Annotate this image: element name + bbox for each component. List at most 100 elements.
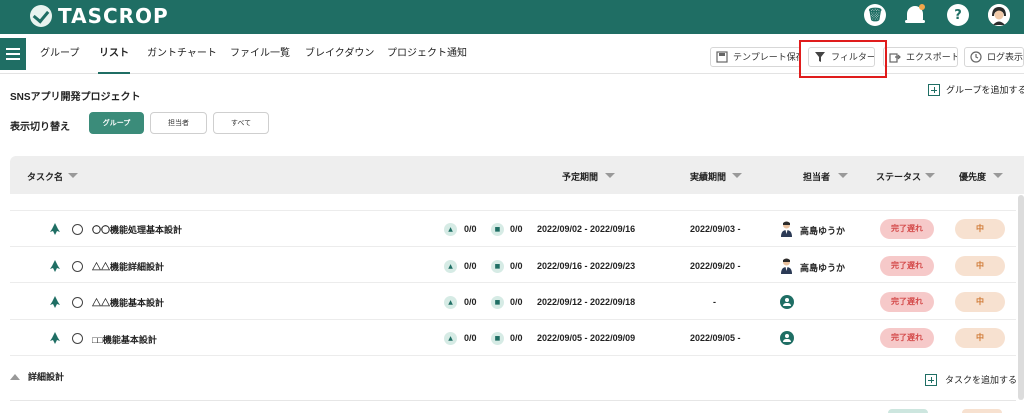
sort-caret-icon[interactable] [732,173,742,178]
plus-icon [925,373,937,386]
table-header [10,156,1024,194]
view-option-group[interactable]: グループ [89,112,144,134]
logo-text: TASCROP [58,4,169,28]
planned-period: 2022/09/12 - 2022/09/18 [537,297,636,307]
attachment-icon: ■ [491,296,504,309]
sort-caret-icon[interactable] [68,173,78,178]
attachment-count: 0/0 [510,333,523,343]
column-status[interactable]: ステータス [876,170,921,183]
sort-caret-icon[interactable] [605,173,615,178]
task-name[interactable]: △△機能基本設計 [92,296,164,309]
actual-period: 2022/09/05 - [690,333,741,343]
tab-project-notice[interactable]: プロジェクト通知 [387,34,467,74]
help-icon[interactable]: ? [947,4,969,26]
status-badge[interactable]: 完了遅れ [880,328,934,348]
project-title: SNSアプリ開発プロジェクト [10,92,141,103]
status-badge[interactable]: 完了遅れ [880,219,934,239]
sort-caret-icon[interactable] [993,173,1003,178]
attachment-count: 0/0 [510,224,523,234]
bell-icon[interactable] [905,4,925,26]
attachment-icon: ■ [491,332,504,345]
collapse-caret-icon[interactable] [10,373,20,380]
template-save-button[interactable]: テンプレート保存 [710,47,801,67]
sort-caret-icon[interactable] [925,173,935,178]
assignee-name: 高島ゆうか [800,226,846,236]
tab-group[interactable]: グループ [40,34,79,74]
actual-period: 2022/09/03 - [690,224,741,234]
attachment-icon: ■ [491,223,504,236]
planned-period: 2022/09/05 - 2022/09/09 [537,333,636,343]
subtask-icon: ▲ [444,296,457,309]
view-option-assignee[interactable]: 担当者 [150,112,207,134]
clock-icon [970,51,982,63]
rocket-icon [50,223,60,235]
add-task-label: タスクを追加する [945,375,1018,385]
add-task-button[interactable]: タスクを追加する [925,373,1017,386]
add-group-label: グループを追加する [946,85,1024,95]
plus-icon [928,83,940,96]
complete-checkbox[interactable] [72,297,83,308]
assignee-name: 高島ゆうか [800,263,846,273]
tab-list[interactable]: リスト [98,34,130,74]
view-switch-label: 表示切り替え [10,122,70,133]
export-icon [889,53,901,63]
rocket-icon [50,296,60,308]
subtask-icon: ▲ [444,332,457,345]
complete-checkbox[interactable] [72,261,83,272]
attachment-icon: ■ [491,260,504,273]
partial-badge [962,409,1002,413]
unassigned-avatar-icon[interactable] [780,331,794,345]
export-button[interactable]: エクスポート [883,47,958,67]
subtask-count: 0/0 [464,261,477,271]
rocket-icon [50,332,60,344]
log-view-button[interactable]: ログ表示 [964,47,1024,67]
template-icon [716,51,728,63]
subtask-count: 0/0 [464,333,477,343]
subtask-count: 0/0 [464,224,477,234]
priority-badge[interactable]: 中 [955,219,1005,239]
column-planned[interactable]: 予定期間 [562,170,598,183]
column-priority[interactable]: 優先度 [959,170,986,183]
trash-icon[interactable]: 🗑 [864,4,886,26]
column-assignee[interactable]: 担当者 [803,170,830,183]
complete-checkbox[interactable] [72,224,83,235]
add-group-button[interactable]: グループを追加する [928,83,1024,96]
section-title: 詳細設計 [28,372,65,382]
logo-check-icon [30,5,52,27]
tab-breakdown[interactable]: ブレイクダウン [305,34,374,74]
tab-files[interactable]: ファイル一覧 [230,34,290,74]
actual-period: 2022/09/20 - [690,261,741,271]
complete-checkbox[interactable] [72,333,83,344]
tab-gantt[interactable]: ガントチャート [147,34,217,74]
task-name[interactable]: □□機能基本設計 [92,333,157,346]
column-actual[interactable]: 実績期間 [690,170,726,183]
planned-period: 2022/09/16 - 2022/09/23 [537,261,636,271]
section-header[interactable]: 詳細設計 [10,370,64,383]
planned-period: 2022/09/02 - 2022/09/16 [537,224,636,234]
task-name[interactable]: 〇〇機能処理基本設計 [92,223,182,236]
actual-period: - [713,297,716,307]
app-logo[interactable]: TASCROP [30,4,169,28]
priority-badge[interactable]: 中 [955,292,1005,312]
avatar[interactable] [988,4,1010,26]
vertical-scrollbar[interactable] [1018,195,1024,400]
top-bar: TASCROP 🗑 ? [0,0,1024,34]
column-task-name[interactable]: タスク名 [27,170,63,183]
notification-dot [919,4,925,10]
priority-badge[interactable]: 中 [955,256,1005,276]
sort-caret-icon[interactable] [838,173,848,178]
task-name[interactable]: △△機能詳細設計 [92,260,164,273]
unassigned-avatar-icon[interactable] [780,295,794,309]
filter-highlight-frame [799,40,887,78]
subtask-icon: ▲ [444,260,457,273]
attachment-count: 0/0 [510,297,523,307]
view-option-all[interactable]: すべて [213,112,269,134]
partial-badge [888,409,928,413]
status-badge[interactable]: 完了遅れ [880,292,934,312]
table-divider [10,400,1016,401]
priority-badge[interactable]: 中 [955,328,1005,348]
user-avatar-icon [781,258,792,274]
menu-icon[interactable] [0,38,26,70]
status-badge[interactable]: 完了遅れ [880,256,934,276]
rocket-icon [50,260,60,272]
